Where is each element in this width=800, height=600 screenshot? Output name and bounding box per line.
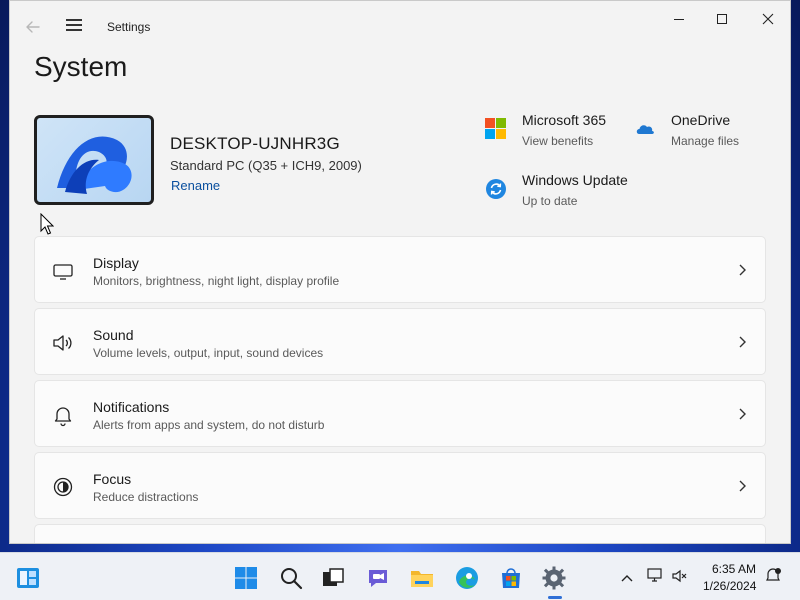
settings-item-focus[interactable]: Focus Reduce distractions (34, 452, 766, 519)
settings-item-partial[interactable] (34, 524, 766, 543)
start-button-windows-icon[interactable] (233, 565, 259, 591)
widgets-icon[interactable] (15, 565, 41, 591)
rename-link[interactable]: Rename (171, 178, 220, 193)
minimize-button[interactable] (660, 9, 698, 29)
chevron-right-icon (737, 479, 749, 493)
page-title: System (34, 51, 128, 82)
back-arrow-icon[interactable] (24, 18, 42, 36)
settings-item-subtitle: Monitors, brightness, night light, displ… (93, 274, 340, 288)
chevron-up-icon[interactable] (620, 570, 634, 582)
settings-item-sound[interactable]: Sound Volume levels, output, input, soun… (34, 308, 766, 375)
search-icon[interactable] (278, 565, 304, 591)
microsoft-365-icon (485, 118, 507, 140)
quick-link-onedrive[interactable]: OneDrive Manage files (634, 112, 774, 152)
quick-link-subtitle: Manage files (671, 134, 740, 148)
quick-link-subtitle: Up to date (522, 194, 578, 208)
onedrive-icon (634, 118, 656, 140)
task-view-icon[interactable] (320, 565, 346, 591)
quick-link-title: Windows Update (522, 172, 628, 188)
settings-item-display[interactable]: Display Monitors, brightness, night ligh… (34, 236, 766, 303)
speaker-icon (51, 331, 75, 355)
volume-muted-icon[interactable] (671, 567, 689, 585)
maximize-icon (717, 14, 727, 24)
chevron-right-icon (737, 263, 749, 277)
device-name: DESKTOP-UJNHR3G (170, 134, 340, 153)
network-icon[interactable] (646, 566, 664, 584)
window-title: Settings (107, 20, 151, 34)
quick-link-microsoft-365[interactable]: Microsoft 365 View benefits (485, 112, 625, 152)
settings-item-title: Sound (93, 327, 134, 343)
chevron-right-icon (737, 407, 749, 421)
microsoft-store-icon[interactable] (498, 565, 524, 591)
windows-update-icon (485, 178, 507, 200)
title-bar: Settings (10, 1, 790, 49)
notification-icon[interactable] (764, 566, 782, 584)
quick-link-title: Microsoft 365 (522, 112, 607, 128)
clock-time[interactable]: 6:35 AM (712, 562, 756, 576)
settings-item-subtitle: Volume levels, output, input, sound devi… (93, 346, 324, 360)
close-icon (762, 13, 774, 25)
close-button[interactable] (749, 9, 787, 29)
mouse-pointer-icon (40, 212, 55, 235)
settings-gear-icon[interactable] (541, 565, 567, 591)
file-explorer-icon[interactable] (409, 565, 435, 591)
chevron-right-icon (737, 335, 749, 349)
settings-item-title: Display (93, 255, 139, 271)
settings-item-title: Notifications (93, 399, 170, 415)
chat-icon[interactable] (365, 565, 391, 591)
quick-link-subtitle: View benefits (522, 134, 594, 148)
hamburger-menu-icon[interactable] (66, 19, 82, 33)
bell-icon (51, 403, 75, 427)
settings-window: Settings System DESKTOP-UJNHR3G Standard… (9, 0, 791, 544)
settings-item-subtitle: Reduce distractions (93, 490, 199, 504)
quick-link-windows-update[interactable]: Windows Update Up to date (485, 172, 645, 212)
focus-icon (51, 475, 75, 499)
quick-link-title: OneDrive (671, 112, 731, 128)
settings-item-subtitle: Alerts from apps and system, do not dist… (93, 418, 325, 432)
settings-item-title: Focus (93, 471, 132, 487)
device-model: Standard PC (Q35 + ICH9, 2009) (170, 158, 362, 173)
device-wallpaper-thumbnail (34, 115, 154, 205)
display-icon (51, 259, 75, 283)
minimize-icon (674, 18, 684, 20)
maximize-button[interactable] (703, 9, 741, 29)
active-app-indicator (548, 596, 562, 599)
edge-browser-icon[interactable] (454, 565, 480, 591)
settings-item-notifications[interactable]: Notifications Alerts from apps and syste… (34, 380, 766, 447)
clock-date[interactable]: 1/26/2024 (703, 579, 756, 593)
